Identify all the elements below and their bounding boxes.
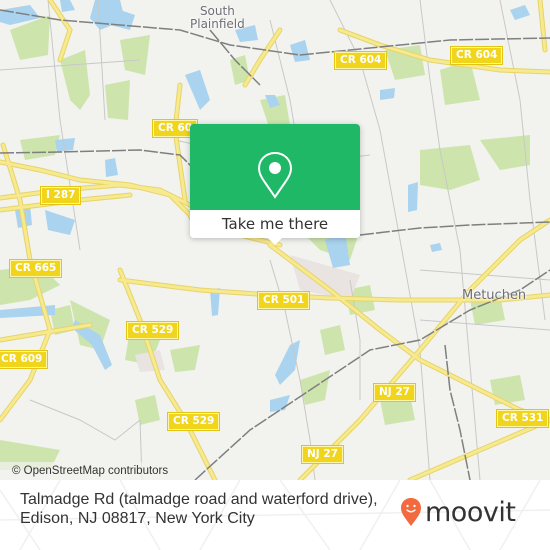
address-line-1: Talmadge Rd (talmadge road and waterford… <box>20 491 378 508</box>
place-label-metuchen: Metuchen <box>462 288 527 303</box>
location-popup: Take me there <box>190 124 360 245</box>
route-shield-cr531: CR 531 <box>495 409 550 428</box>
route-shield-nj27: NJ 27 <box>301 445 344 464</box>
popup-header <box>190 124 360 210</box>
route-shield-i287: I 287 <box>39 186 82 205</box>
route-shield-cr604: CR 604 <box>449 46 504 65</box>
route-shield-cr609: CR 609 <box>0 350 49 369</box>
popup-pointer <box>268 238 282 245</box>
route-shield-cr501: CR 501 <box>256 291 311 310</box>
map-canvas[interactable]: South Plainfield Metuchen CR 604 CR 604 … <box>0 0 550 480</box>
footer: Talmadge Rd (talmadge road and waterford… <box>0 480 550 550</box>
moovit-pin-icon <box>401 498 421 526</box>
moovit-logo[interactable]: moovit <box>400 492 516 532</box>
route-shield-cr665: CR 665 <box>8 259 63 278</box>
location-pin-icon <box>257 151 293 199</box>
take-me-there-button[interactable]: Take me there <box>190 210 360 238</box>
route-shield-cr604: CR 604 <box>333 51 388 70</box>
address-text: Talmadge Rd (talmadge road and waterford… <box>20 490 390 528</box>
map-attribution[interactable]: © OpenStreetMap contributors <box>0 462 175 480</box>
route-shield-cr529: CR 529 <box>166 412 221 431</box>
route-shield-cr529: CR 529 <box>125 321 180 340</box>
place-label-text: South Plainfield <box>190 4 245 31</box>
route-shield-nj27: NJ 27 <box>373 383 416 402</box>
place-label-south-plainfield: South Plainfield <box>190 5 245 31</box>
address-line-2: Edison, NJ 08817, New York City <box>20 510 255 527</box>
moovit-wordmark: moovit <box>425 496 516 528</box>
